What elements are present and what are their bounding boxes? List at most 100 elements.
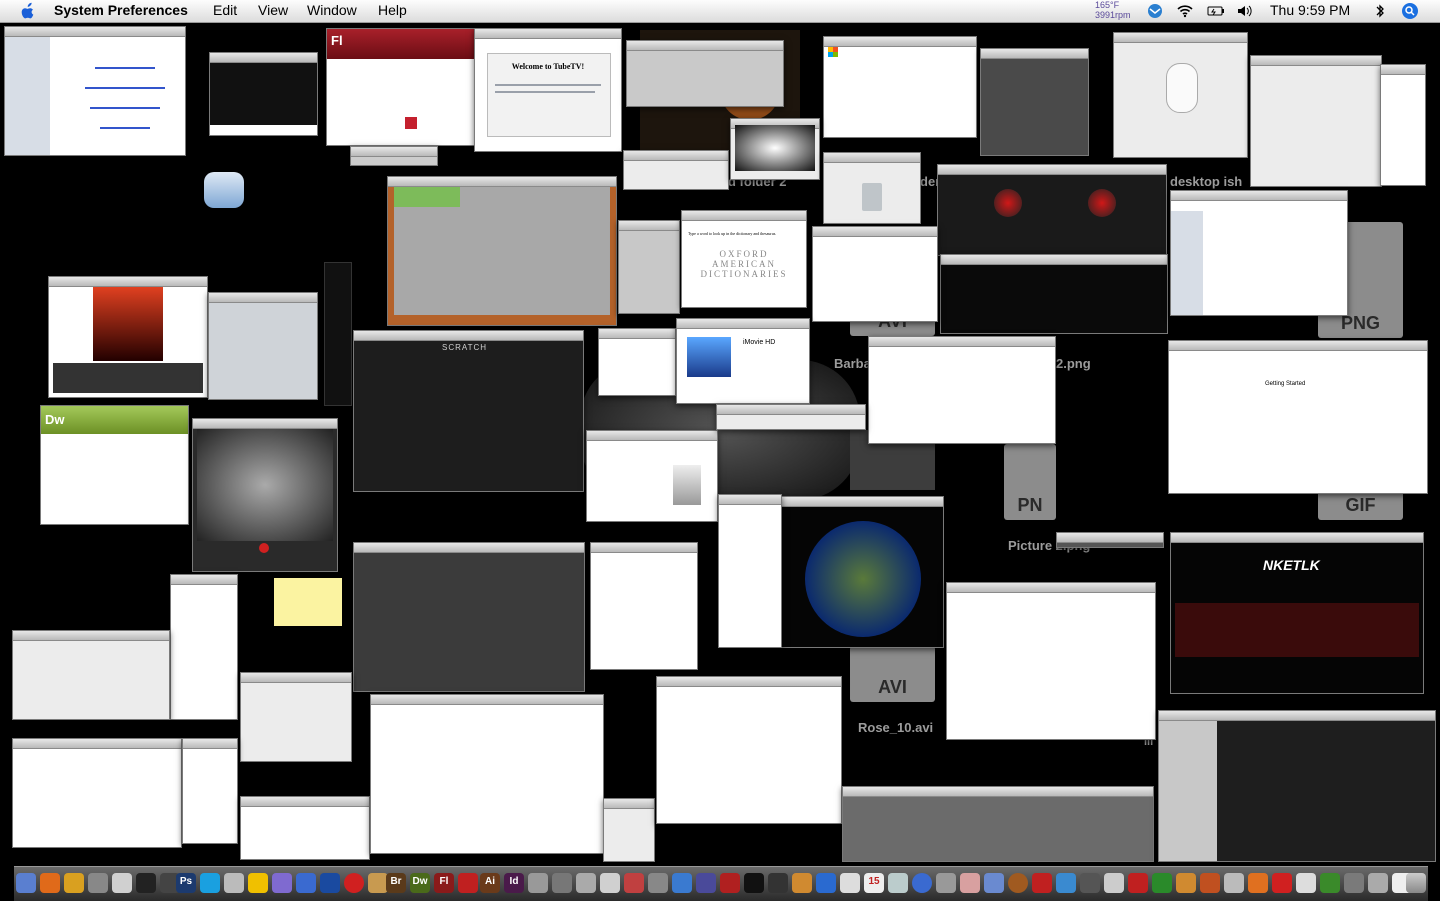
about-mac-window[interactable] bbox=[586, 430, 718, 522]
desktop-label-desktop-ish[interactable]: desktop ish bbox=[1170, 174, 1242, 189]
security-prefs-window[interactable] bbox=[1250, 55, 1382, 187]
dock-app-icon[interactable] bbox=[840, 873, 860, 893]
toolbar-window-2[interactable] bbox=[716, 404, 866, 430]
dock-app-icon[interactable] bbox=[320, 873, 340, 893]
dictionary-window[interactable]: Type a word to look up in the dictionary… bbox=[681, 210, 807, 308]
dock-app-icon[interactable] bbox=[112, 873, 132, 893]
desktop-label-barba[interactable]: Barba bbox=[834, 356, 871, 371]
dock-app-icon[interactable] bbox=[458, 873, 478, 893]
dock-app-icon[interactable] bbox=[576, 873, 596, 893]
dock-app-icon[interactable] bbox=[1080, 873, 1100, 893]
dock-app-icon[interactable] bbox=[1320, 873, 1340, 893]
dock-app-icon[interactable] bbox=[552, 873, 572, 893]
finder-window[interactable] bbox=[4, 26, 186, 156]
window-menu[interactable]: Window bbox=[307, 2, 357, 18]
narrow-panel[interactable] bbox=[324, 262, 352, 406]
dock-app-icon[interactable] bbox=[720, 873, 740, 893]
nketlk-window[interactable]: NKETLK bbox=[1170, 532, 1424, 694]
dock-app-icon[interactable] bbox=[1128, 873, 1148, 893]
notes-window[interactable] bbox=[182, 738, 238, 844]
calculator-small-window[interactable] bbox=[603, 798, 655, 862]
dialog-window[interactable] bbox=[812, 226, 938, 322]
dreamweaver-dock-icon[interactable]: Dw bbox=[410, 873, 430, 893]
edit-menu[interactable]: Edit bbox=[213, 2, 237, 18]
firefox-dock-icon[interactable] bbox=[40, 873, 60, 893]
trash-dock-icon[interactable] bbox=[1406, 873, 1426, 893]
dock-app-icon[interactable] bbox=[272, 873, 292, 893]
photo-booth-window[interactable] bbox=[192, 418, 338, 572]
google-earth-window[interactable] bbox=[780, 496, 944, 648]
layout-editor-window[interactable] bbox=[370, 694, 604, 854]
battery-icon[interactable] bbox=[1207, 3, 1225, 19]
dock-app-icon[interactable] bbox=[1176, 873, 1196, 893]
finder-dock-icon[interactable] bbox=[16, 873, 36, 893]
calendar-window[interactable] bbox=[12, 738, 182, 848]
app-menu[interactable]: System Preferences bbox=[54, 2, 188, 18]
video-preview-window[interactable] bbox=[730, 118, 820, 180]
audio-editor-window[interactable] bbox=[387, 176, 617, 326]
form-window[interactable] bbox=[240, 672, 352, 762]
dock-app-icon[interactable] bbox=[1152, 873, 1172, 893]
dock-app-icon[interactable] bbox=[64, 873, 84, 893]
bar-window[interactable] bbox=[1056, 532, 1164, 548]
clock[interactable]: Thu 9:59 PM bbox=[1270, 2, 1350, 18]
scratch-dj-window[interactable]: SCRATCH bbox=[353, 330, 584, 492]
file-browser-window[interactable] bbox=[718, 494, 782, 648]
dock-app-icon[interactable] bbox=[344, 873, 364, 893]
view-menu[interactable]: View bbox=[258, 2, 288, 18]
video-editor-window[interactable] bbox=[1158, 710, 1436, 862]
timeline-window[interactable] bbox=[842, 786, 1154, 862]
vlc-dock-icon[interactable] bbox=[1248, 873, 1268, 893]
iphoto-window[interactable] bbox=[353, 542, 585, 692]
dock-app-icon[interactable] bbox=[768, 873, 788, 893]
calculator-window[interactable] bbox=[618, 220, 680, 314]
dock-app-icon[interactable] bbox=[624, 873, 644, 893]
media-window[interactable] bbox=[209, 52, 318, 136]
terminal-dock-icon[interactable] bbox=[136, 873, 156, 893]
web-page-window[interactable] bbox=[48, 276, 208, 398]
tubetv-window[interactable]: Welcome to TubeTV! bbox=[474, 28, 622, 152]
itunes-window[interactable] bbox=[1170, 190, 1348, 316]
bridge-dock-icon[interactable]: Br bbox=[386, 873, 406, 893]
dock-app-icon[interactable] bbox=[1200, 873, 1220, 893]
indesign-dock-icon[interactable]: Id bbox=[504, 873, 524, 893]
wifi-icon[interactable] bbox=[1176, 3, 1194, 19]
finder-small-window[interactable] bbox=[208, 292, 318, 400]
illustrator-dock-icon[interactable]: Ai bbox=[480, 873, 500, 893]
sticky-note[interactable] bbox=[274, 578, 342, 626]
side-window[interactable] bbox=[1380, 64, 1426, 186]
capture-button[interactable] bbox=[259, 543, 269, 553]
dock-app-icon[interactable] bbox=[1296, 873, 1316, 893]
dock-app-icon[interactable] bbox=[648, 873, 668, 893]
music-window[interactable] bbox=[240, 796, 370, 860]
dock-app-icon[interactable] bbox=[88, 873, 108, 893]
dock-app-icon[interactable] bbox=[1008, 873, 1028, 893]
dock-app-icon[interactable] bbox=[248, 873, 268, 893]
document-window[interactable] bbox=[170, 574, 238, 720]
finder-list-window[interactable] bbox=[12, 630, 170, 720]
getting-started-window[interactable]: Getting Started bbox=[1168, 340, 1428, 494]
dj-software-window[interactable] bbox=[937, 164, 1167, 256]
dock-app-icon[interactable] bbox=[888, 873, 908, 893]
finder-browser-window[interactable] bbox=[946, 582, 1156, 740]
dock-app-icon[interactable] bbox=[600, 873, 620, 893]
avi-file-icon-2[interactable]: AVI bbox=[850, 646, 935, 702]
flash-window[interactable]: Fl bbox=[326, 28, 475, 146]
terminal-window[interactable] bbox=[940, 254, 1168, 334]
gmail-notifier-icon[interactable] bbox=[1146, 3, 1164, 19]
dock-app-icon[interactable] bbox=[528, 873, 548, 893]
dock-app-icon[interactable] bbox=[984, 873, 1004, 893]
desktop-label-png2[interactable]: 2.png bbox=[1056, 356, 1091, 371]
dock-app-icon[interactable] bbox=[1104, 873, 1124, 893]
dock-app-icon[interactable] bbox=[816, 873, 836, 893]
dock-app-icon[interactable] bbox=[368, 873, 388, 893]
mini-player-window[interactable] bbox=[350, 146, 438, 166]
help-menu[interactable]: Help bbox=[378, 2, 407, 18]
dreamweaver-window[interactable]: Dw bbox=[40, 405, 189, 525]
dock-app-icon[interactable] bbox=[744, 873, 764, 893]
toolbar-window[interactable] bbox=[623, 150, 729, 190]
dock-app-icon[interactable] bbox=[1056, 873, 1076, 893]
system-preferences-window[interactable] bbox=[868, 336, 1056, 444]
flash-dock-icon[interactable]: Fl bbox=[434, 873, 454, 893]
dock-app-icon[interactable] bbox=[1272, 873, 1292, 893]
